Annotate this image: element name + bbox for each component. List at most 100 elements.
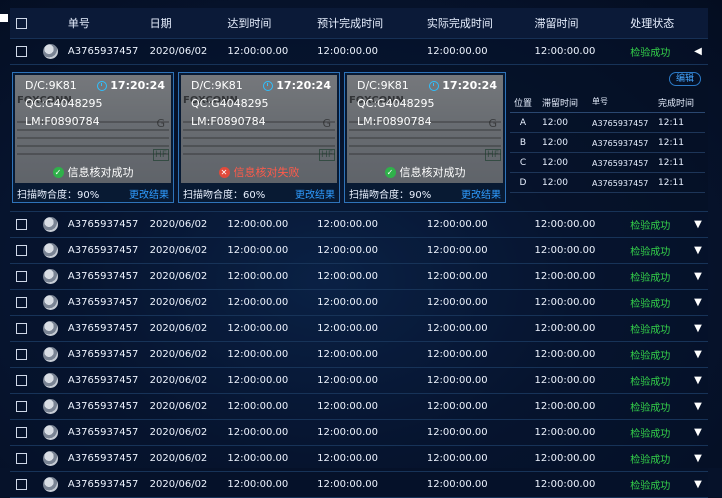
header-date[interactable]: 日期 [150,15,228,31]
row-select-cell[interactable] [10,453,34,464]
status-badge: 检验成功 [630,48,671,59]
cell-date: 2020/06/02 [149,401,208,412]
row-checkbox[interactable] [16,46,28,57]
cell-stay: 12:00:00.00 [534,271,596,282]
stay-header: 滞留时间 [542,99,579,109]
cell-plan: 12:00:00.00 [317,46,378,57]
status-badge: 检验成功 [630,455,671,466]
row-checkbox[interactable] [16,453,28,464]
caret-down-icon[interactable]: ▼ [688,401,708,412]
finish-cell: 12:11 [658,138,684,148]
row-checkbox[interactable] [16,323,28,334]
row-select-cell[interactable] [10,427,34,438]
caret-down-icon[interactable]: ▼ [688,479,708,490]
cell-plan: 12:00:00.00 [317,427,378,438]
caret-down-icon[interactable]: ▼ [688,219,708,230]
header-status[interactable]: 处理状态 [630,15,688,31]
cell-arrive: 12:00:00.00 [227,479,289,490]
row-select-cell[interactable] [10,271,34,282]
caret-left-icon[interactable]: ◀ [688,46,708,57]
select-all-checkbox[interactable] [16,17,28,29]
scan-card: FOXCONN G HF D/C:9K81 QC:G4048295 LM:F08… [344,72,506,203]
table-row[interactable]: A3765937457 2020/06/02 12:00:00.00 12:00… [10,472,708,498]
verify-status-text: 信息核对失败 [233,166,300,179]
status-badge: 检验成功 [630,351,671,362]
select-all-cell[interactable] [10,17,34,29]
row-checkbox[interactable] [16,219,28,230]
row-thumbnail-cell [42,44,60,59]
table-row[interactable]: A3765937457 2020/06/02 12:00:00.00 12:00… [10,316,708,342]
row-select-cell[interactable] [10,323,34,334]
header-actual[interactable]: 实际完成时间 [427,15,535,31]
expanded-detail-panel: FOXCONN G HF D/C:9K81 QC:G4048295 LM:F08… [10,65,708,212]
row-checkbox[interactable] [16,479,28,490]
table-row[interactable]: A3765937457 2020/06/02 12:00:00.00 12:00… [10,264,708,290]
caret-down-icon[interactable]: ▼ [688,245,708,256]
table-row[interactable]: A3765937457 2020/06/02 12:00:00.00 12:00… [10,342,708,368]
row-checkbox[interactable] [16,401,28,412]
row-select-cell[interactable] [10,349,34,360]
header-plan[interactable]: 预计完成时间 [317,15,427,31]
product-thumbnail [43,217,59,232]
change-result-link[interactable]: 更改结果 [461,186,501,201]
cell-stay: 12:00:00.00 [534,427,596,438]
check-circle-icon: ✓ [384,166,396,178]
pos-header: 位置 [513,99,532,109]
cell-actual: 12:00:00.00 [426,427,488,438]
verify-status: ✕ 信息核对失败 [181,164,337,180]
row-checkbox[interactable] [16,271,28,282]
no-cell: A3765937457 [592,118,649,128]
row-checkbox[interactable] [16,297,28,308]
table-row[interactable]: A3765937457 2020/06/02 12:00:00.00 12:00… [10,420,708,446]
cell-stay: 12:00:00.00 [534,479,596,490]
cell-stay: 12:00:00.00 [534,323,596,334]
row-select-cell[interactable] [10,219,34,230]
edit-button[interactable]: 编辑 [668,72,701,86]
row-checkbox[interactable] [16,427,28,438]
no-header: 单号 [592,97,608,106]
caret-down-icon[interactable]: ▼ [688,297,708,308]
cell-no: A3765937457 [67,245,139,256]
table-row[interactable]: A3765937457 2020/06/02 12:00:00.00 12:00… [10,212,708,238]
finish-cell: 12:11 [658,178,684,188]
cell-stay: 12:00:00.00 [534,219,596,230]
cell-actual: 12:00:00.00 [426,349,488,360]
table-row[interactable]: A3765937457 2020/06/02 12:00:00.00 12:00… [10,368,708,394]
row-checkbox[interactable] [16,349,28,360]
finish-cell: 12:11 [658,118,684,128]
table-row[interactable]: A3765937457 2020/06/02 12:00:00.00 12:00… [10,290,708,316]
caret-down-icon[interactable]: ▼ [688,323,708,334]
cell-no: A3765937457 [67,46,139,57]
status-badge: 检验成功 [630,299,671,310]
change-result-link[interactable]: 更改结果 [129,186,169,201]
table-row[interactable]: A3765937457 2020/06/02 12:00:00.00 12:00… [10,446,708,472]
row-checkbox[interactable] [16,375,28,386]
caret-down-icon[interactable]: ▼ [688,271,708,282]
row-select-cell[interactable] [10,479,34,490]
scan-time: 17:20:24 [263,79,331,92]
row-select-cell[interactable] [10,375,34,386]
header-arrive[interactable]: 达到时间 [227,15,317,31]
cell-arrive: 12:00:00.00 [227,453,289,464]
row-checkbox[interactable] [16,245,28,256]
row-select-cell[interactable] [10,297,34,308]
caret-down-icon[interactable]: ▼ [688,349,708,360]
cell-date: 2020/06/02 [149,349,208,360]
table-row[interactable]: A3765937457 2020/06/02 12:00:00.00 12:00… [10,39,708,65]
table-row[interactable]: A3765937457 2020/06/02 12:00:00.00 12:00… [10,394,708,420]
caret-down-icon[interactable]: ▼ [688,453,708,464]
header-stay[interactable]: 滞留时间 [535,15,631,31]
caret-down-icon[interactable]: ▼ [688,375,708,386]
product-thumbnail [43,347,59,362]
product-thumbnail [43,451,59,466]
change-result-link[interactable]: 更改结果 [295,186,335,201]
cell-date: 2020/06/02 [149,271,208,282]
caret-down-icon[interactable]: ▼ [688,427,708,438]
row-select-cell[interactable] [10,245,34,256]
row-select-cell[interactable] [10,401,34,412]
header-no[interactable]: 单号 [60,15,150,31]
row-select-cell[interactable] [10,46,34,57]
table-row[interactable]: A3765937457 2020/06/02 12:00:00.00 12:00… [10,238,708,264]
stay-cell: 12:00 [542,138,568,148]
cell-no: A3765937457 [67,297,139,308]
